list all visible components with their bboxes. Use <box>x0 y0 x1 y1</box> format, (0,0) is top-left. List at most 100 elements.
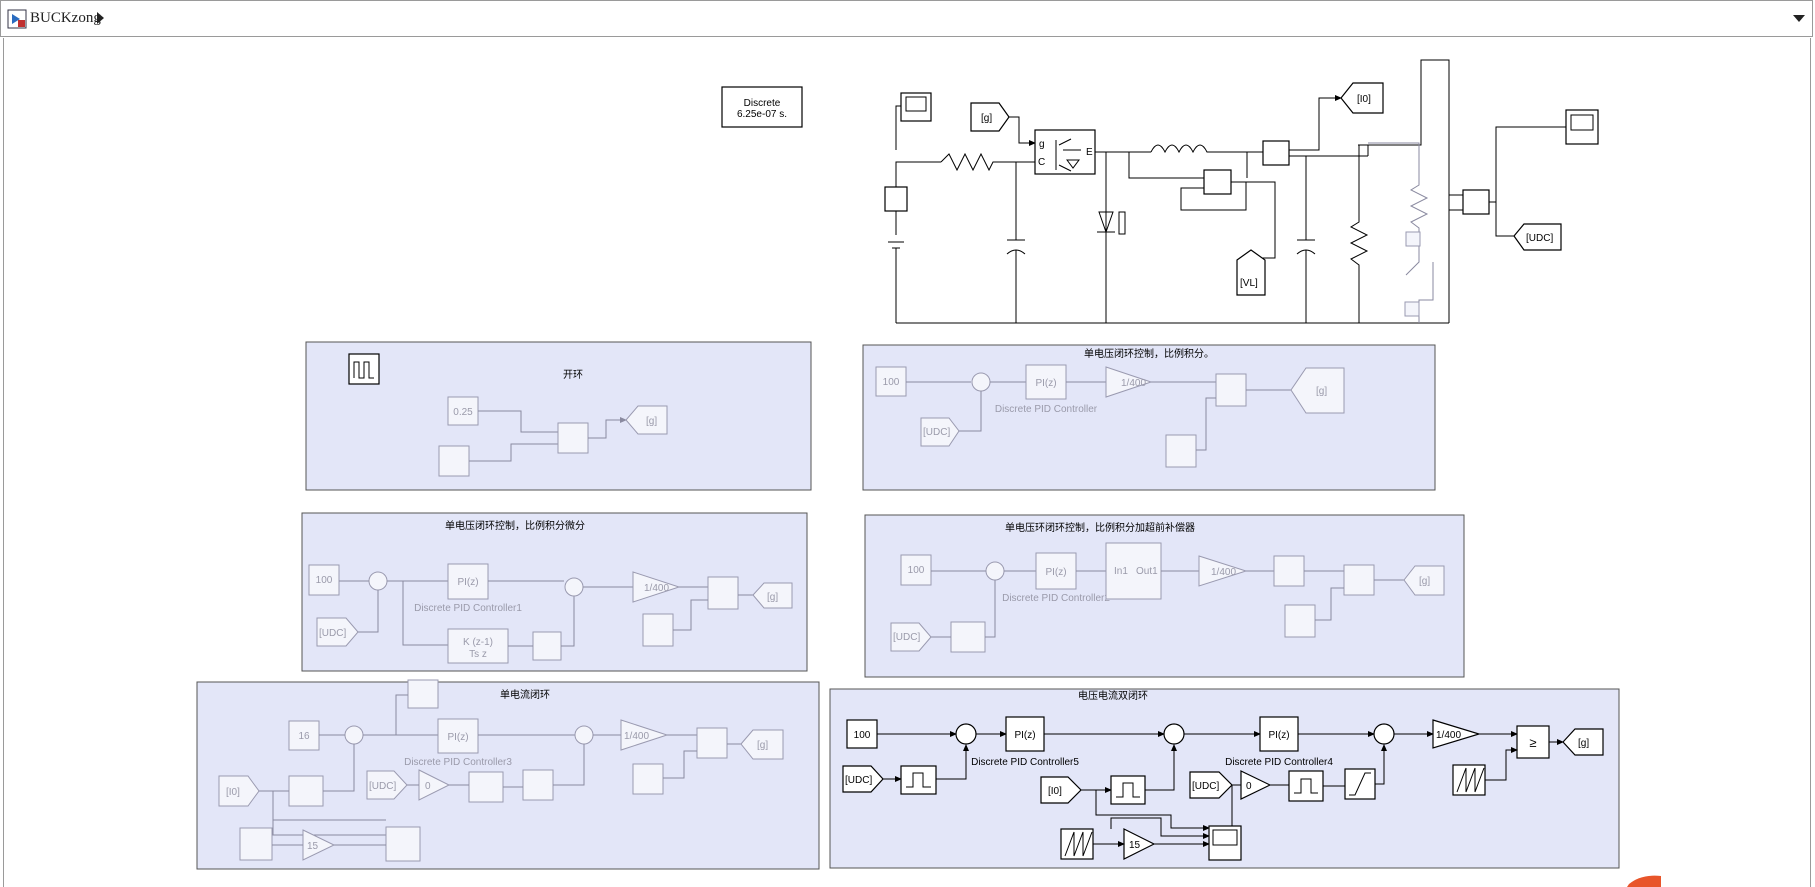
powergui-step: 6.25e-07 s. <box>737 109 787 120</box>
goto-g-label: [g] <box>1578 738 1589 749</box>
breadcrumb-arrow-icon[interactable] <box>97 12 104 24</box>
pid-label: PI(z) <box>1045 567 1066 578</box>
relop-symbol: ≥ <box>1529 735 1536 750</box>
breadcrumb-model-name[interactable]: BUCKzong <box>30 10 101 27</box>
const-value: 100 <box>316 575 333 586</box>
zoh-block-2[interactable] <box>468 771 504 803</box>
sum-block[interactable] <box>574 725 594 745</box>
pid-name: Discrete PID Controller2 <box>1002 593 1110 604</box>
zoh-block-2[interactable] <box>1110 775 1146 805</box>
goto-vl-label: [VL] <box>1240 278 1258 289</box>
from-i0-label: [I0] <box>1048 786 1062 797</box>
saturation-block[interactable] <box>532 631 562 661</box>
relational-op-block[interactable] <box>557 422 589 454</box>
pid-label: PI(z) <box>447 732 468 743</box>
subsystem-in-port: In1 <box>1114 566 1128 577</box>
tf-denominator: Ts z <box>469 649 487 660</box>
const-value: 100 <box>854 730 871 741</box>
pid-label: PI(z) <box>1035 378 1056 389</box>
simulink-model-icon <box>7 9 27 29</box>
zoh-block[interactable] <box>900 765 937 795</box>
sawtooth-block[interactable] <box>642 613 674 647</box>
from-udc-label: [UDC] <box>369 781 396 792</box>
scope-block-2[interactable] <box>385 826 421 862</box>
goto-i0-label: [I0] <box>1357 94 1371 105</box>
sawtooth-block[interactable] <box>1284 604 1316 638</box>
area-lead-voltage[interactable]: 单电压环闭环控制，比例积分加超前补偿器 100 [UDC] PI(z) Disc… <box>864 514 1465 678</box>
gain15-value: 15 <box>307 841 319 852</box>
source-resistor-icon <box>940 152 1036 172</box>
area-pid-voltage[interactable]: 单电压闭环控制，比例积分微分 100 [UDC] PI(z) Discrete … <box>301 512 808 672</box>
current-measurement-block[interactable] <box>1262 140 1290 166</box>
sawtooth-block-2[interactable] <box>239 827 273 861</box>
sum-block[interactable] <box>344 725 364 745</box>
area-pid-voltage-title: 单电压闭环控制，比例积分微分 <box>445 519 585 532</box>
sum-block-3[interactable] <box>1373 723 1395 745</box>
zero-gain-value: 0 <box>1246 781 1252 792</box>
sum-block[interactable] <box>971 372 991 392</box>
goto-udc-label: [UDC] <box>1526 233 1553 244</box>
sum-block-2[interactable] <box>1163 723 1185 745</box>
powergui-block[interactable]: Discrete 6.25e-07 s. <box>721 86 803 128</box>
saturation-block[interactable] <box>522 769 554 801</box>
chevron-down-icon[interactable] <box>1793 15 1805 22</box>
goto-g-label: [g] <box>1419 576 1430 587</box>
zoh-block-3[interactable] <box>1288 770 1324 802</box>
const-value: 100 <box>908 565 925 576</box>
sum-block[interactable] <box>955 723 977 745</box>
relational-op-block[interactable] <box>1343 564 1375 596</box>
buck-power-circuit: [g] g C E [VL] [I0] [UDC] <box>884 59 1599 324</box>
pid5-name: Discrete PID Controller5 <box>971 757 1079 768</box>
sawtooth-block[interactable] <box>438 445 470 477</box>
gain-value: 1/400 <box>1121 378 1146 389</box>
goto-g-label: [g] <box>767 592 778 603</box>
model-canvas[interactable]: Discrete 6.25e-07 s. [g] g C E [VL] [I0]… <box>3 38 1811 887</box>
subsystem-out-port: Out1 <box>1136 566 1158 577</box>
relational-op-block[interactable] <box>707 576 739 610</box>
const-value: 16 <box>298 731 310 742</box>
igbt-g-port: g <box>1039 139 1045 150</box>
zoh-block[interactable] <box>950 621 986 653</box>
from-g-label: [g] <box>981 113 992 124</box>
goto-g-label: [g] <box>1316 386 1327 397</box>
pid-name: Discrete PID Controller3 <box>404 757 512 768</box>
area-lead-voltage-title: 单电压环闭环控制，比例积分加超前补偿器 <box>1005 521 1195 534</box>
scope-block[interactable] <box>407 679 439 709</box>
voltage-measurement-block[interactable] <box>884 186 908 212</box>
gain-value: 1/400 <box>624 731 649 742</box>
from-udc-2-label: [UDC] <box>1192 781 1219 792</box>
from-udc-label: [UDC] <box>923 427 950 438</box>
gain-value: 1/400 <box>1436 730 1461 741</box>
area-current-loop-title: 单电流闭环 <box>500 688 550 701</box>
saturation-block[interactable] <box>1273 555 1305 587</box>
area-open-loop[interactable]: 开环 0.25 [g] <box>305 341 812 491</box>
powergui-mode: Discrete <box>744 98 781 109</box>
pid-label: PI(z) <box>457 577 478 588</box>
relational-op-block[interactable] <box>1215 373 1247 407</box>
switched-load-faded-icon <box>1368 142 1434 323</box>
pid4-label: PI(z) <box>1268 730 1289 741</box>
relational-op-block[interactable] <box>696 727 728 759</box>
igbt-e-port: E <box>1086 147 1093 158</box>
output-voltage-meter[interactable] <box>1462 189 1490 215</box>
igbt-c-port: C <box>1038 157 1045 168</box>
area-pi-voltage-title: 单电压闭环控制，比例积分。 <box>1084 347 1214 360</box>
sum-block[interactable] <box>564 577 584 597</box>
from-udc-label: [UDC] <box>893 632 920 643</box>
pid-name: Discrete PID Controller <box>995 404 1098 415</box>
tf-numerator: K (z-1) <box>463 637 493 648</box>
from-i0-label: [I0] <box>226 787 240 798</box>
sum-block[interactable] <box>985 561 1005 581</box>
area-pi-voltage[interactable]: 单电压闭环控制，比例积分。 100 [UDC] PI(z) Discrete P… <box>862 344 1436 491</box>
goto-g-label: [g] <box>757 740 768 751</box>
area-dual-loop[interactable]: 电压电流双闭环 100 [UDC] PI(z) Discrete PID Con… <box>829 688 1620 869</box>
model-toolbar: BUCKzong <box>0 0 1813 37</box>
zoh-block[interactable] <box>288 775 324 807</box>
area-current-loop[interactable]: 单电流闭环 16 PI(z) Discrete PID Controller3 … <box>196 679 820 870</box>
area-open-loop-title: 开环 <box>563 370 583 381</box>
watermark-logo-icon <box>1627 875 1661 887</box>
sawtooth-block[interactable] <box>1165 434 1197 468</box>
sum-block[interactable] <box>368 571 388 591</box>
sawtooth-block[interactable] <box>632 763 664 795</box>
inductor-voltage-meter[interactable] <box>1203 169 1232 195</box>
